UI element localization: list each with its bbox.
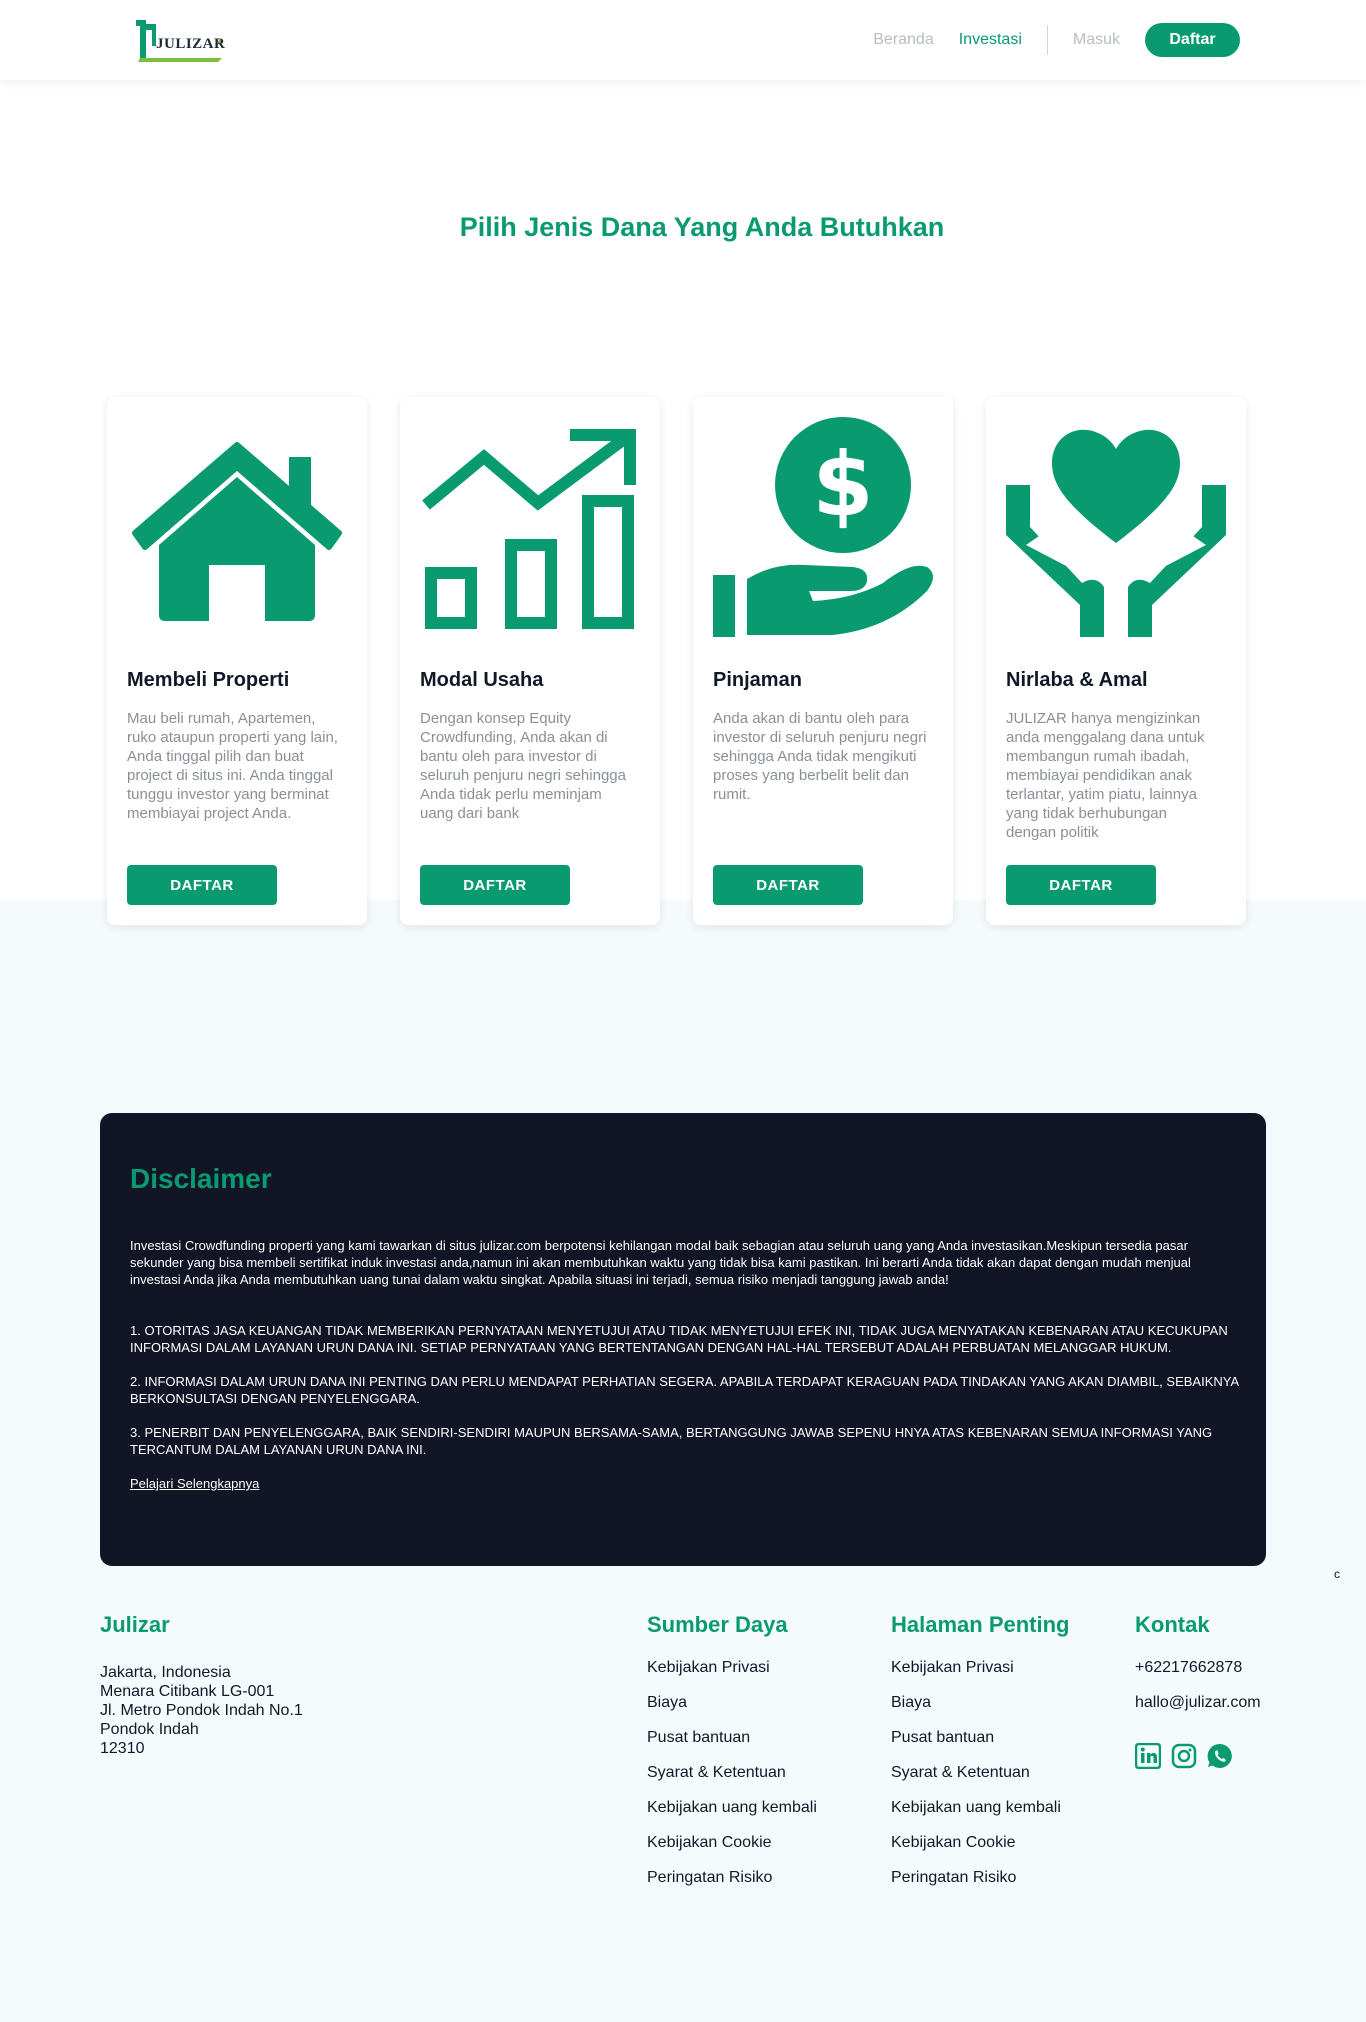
growth-chart-icon	[422, 429, 636, 629]
card-title: Nirlaba & Amal	[1006, 669, 1148, 691]
disclaimer-paragraph: 2. INFORMASI DALAM URUN DANA INI PENTING…	[130, 1374, 1239, 1406]
linkedin-icon[interactable]	[1135, 1743, 1161, 1769]
footer-link[interactable]: Biaya	[891, 1693, 1069, 1713]
card-nirlaba-amal: Nirlaba & Amal JULIZAR hanya mengizinkan…	[986, 397, 1246, 925]
card-title: Modal Usaha	[420, 669, 544, 691]
footer-link[interactable]: Peringatan Risiko	[891, 1868, 1069, 1888]
whatsapp-icon[interactable]	[1207, 1743, 1233, 1769]
footer-link[interactable]: Peringatan Risiko	[647, 1868, 817, 1888]
footer-link[interactable]: Syarat & Ketentuan	[647, 1763, 817, 1783]
footer-link[interactable]: Syarat & Ketentuan	[891, 1763, 1069, 1783]
footer-link[interactable]: Kebijakan Cookie	[891, 1833, 1069, 1853]
footer-contact: Kontak +62217662878 hallo@julizar.com	[1135, 1600, 1261, 1769]
footer-link[interactable]: Pusat bantuan	[647, 1728, 817, 1748]
instagram-icon[interactable]	[1171, 1743, 1197, 1769]
card-description: Anda akan di bantu oleh para investor di…	[713, 710, 927, 803]
card-title: Pinjaman	[713, 669, 802, 691]
address-line: Jl. Metro Pondok Indah No.1	[100, 1702, 303, 1719]
card-modal-usaha: Modal Usaha Dengan konsep Equity Crowdfu…	[400, 397, 660, 925]
stray-character: c	[1334, 1567, 1340, 1581]
card-register-button[interactable]: DAFTAR	[713, 865, 863, 905]
disclaimer-paragraph: Investasi Crowdfunding properti yang kam…	[130, 1238, 1191, 1287]
contact-email[interactable]: hallo@julizar.com	[1135, 1693, 1261, 1713]
footer-link[interactable]: Kebijakan uang kembali	[891, 1798, 1069, 1818]
footer-resources: Sumber Daya Kebijakan Privasi Biaya Pusa…	[647, 1600, 817, 1903]
disclaimer-paragraph: 1. OTORITAS JASA KEUANGAN TIDAK MEMBERIK…	[130, 1323, 1228, 1355]
page-title: Pilih Jenis Dana Yang Anda Butuhkan	[459, 212, 945, 242]
disclaimer-paragraph: 3. PENERBIT DAN PENYELENGGARA, BAIK SEND…	[130, 1425, 1213, 1457]
footer-resources-links: Kebijakan Privasi Biaya Pusat bantuan Sy…	[647, 1658, 817, 1888]
footer-address: Jakarta, Indonesia Menara Citibank LG-00…	[100, 1663, 303, 1758]
card-description: Dengan konsep Equity Crowdfunding, Anda …	[420, 710, 626, 822]
footer-company: Julizar Jakarta, Indonesia Menara Citiba…	[100, 1600, 303, 1758]
card-title: Membeli Properti	[127, 669, 290, 691]
footer-important: Halaman Penting Kebijakan Privasi Biaya …	[891, 1600, 1069, 1903]
card-pinjaman: $ Pinjaman Anda akan di bantu oleh para …	[693, 397, 953, 925]
nav-beranda[interactable]: Beranda	[873, 31, 934, 49]
disclaimer-title: Disclaimer	[130, 1163, 272, 1194]
house-icon	[132, 442, 342, 621]
nav-masuk[interactable]: Masuk	[1073, 31, 1120, 49]
nav-investasi[interactable]: Investasi	[959, 31, 1022, 49]
footer-company-title: Julizar	[100, 1612, 170, 1637]
social-links	[1135, 1743, 1261, 1769]
card-membeli-properti: Membeli Properti Mau beli rumah, Apartem…	[107, 397, 367, 925]
address-line: Jakarta, Indonesia	[100, 1664, 231, 1681]
card-register-button[interactable]: DAFTAR	[420, 865, 570, 905]
svg-text:$: $	[812, 433, 873, 536]
footer-link[interactable]: Pusat bantuan	[891, 1728, 1069, 1748]
footer-link[interactable]: Biaya	[647, 1693, 817, 1713]
hand-dollar-icon: $	[713, 417, 933, 637]
footer-contact-title: Kontak	[1135, 1612, 1210, 1637]
disclaimer-panel: Disclaimer Investasi Crowdfunding proper…	[100, 1113, 1266, 1566]
footer-link[interactable]: Kebijakan Privasi	[891, 1658, 1069, 1678]
learn-more-link[interactable]: Pelajari Selengkapnya	[130, 1476, 259, 1491]
address-line: Menara Citibank LG-001	[100, 1683, 275, 1700]
register-button[interactable]: Daftar	[1145, 23, 1240, 57]
footer-link[interactable]: Kebijakan Privasi	[647, 1658, 817, 1678]
hands-heart-icon	[1006, 429, 1226, 637]
top-navbar: JULIZAR Beranda Investasi Masuk Daftar	[0, 0, 1366, 80]
footer-important-links: Kebijakan Privasi Biaya Pusat bantuan Sy…	[891, 1658, 1069, 1888]
address-line: 12310	[100, 1740, 145, 1757]
disclaimer-body: Investasi Crowdfunding properti yang kam…	[130, 1237, 1245, 1492]
card-register-button[interactable]: DAFTAR	[1006, 865, 1156, 905]
contact-phone[interactable]: +62217662878	[1135, 1658, 1261, 1678]
footer-link[interactable]: Kebijakan uang kembali	[647, 1798, 817, 1818]
footer-important-title: Halaman Penting	[891, 1612, 1070, 1637]
address-line: Pondok Indah	[100, 1721, 199, 1738]
footer-contact-list: +62217662878 hallo@julizar.com	[1135, 1658, 1261, 1713]
card-register-button[interactable]: DAFTAR	[127, 865, 277, 905]
nav-divider	[1046, 25, 1048, 55]
fund-type-cards: Membeli Properti Mau beli rumah, Apartem…	[107, 397, 1246, 925]
main-nav: Beranda Investasi Masuk Daftar	[873, 22, 1240, 58]
logo-text: JULIZAR	[156, 36, 226, 52]
footer-link[interactable]: Kebijakan Cookie	[647, 1833, 817, 1853]
card-description: JULIZAR hanya mengizinkan anda menggalan…	[1006, 710, 1205, 841]
footer-resources-title: Sumber Daya	[647, 1612, 788, 1637]
card-description: Mau beli rumah, Apartemen, ruko ataupun …	[127, 710, 338, 822]
